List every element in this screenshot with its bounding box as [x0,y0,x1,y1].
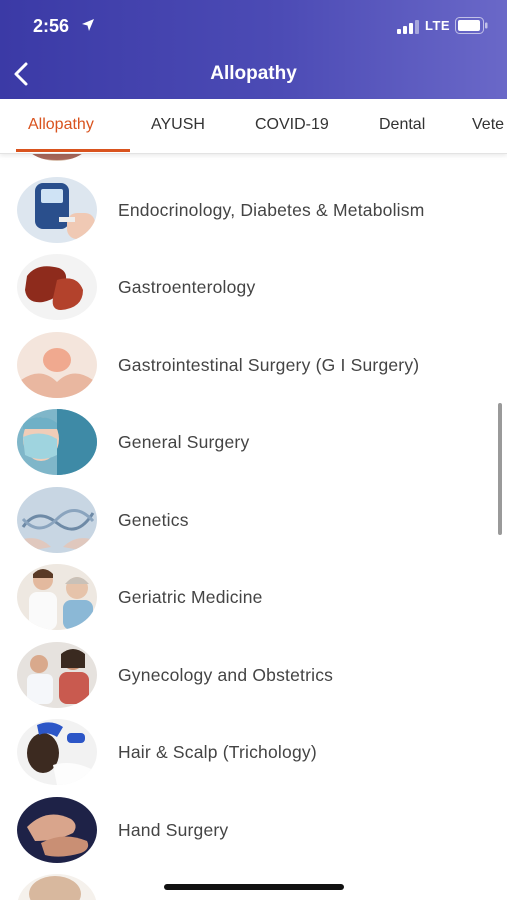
list-item[interactable]: Genetics [0,487,507,557]
stomach-image [17,254,97,320]
list-item[interactable]: General Surgery [0,409,507,479]
list-item-label: General Surgery [118,432,250,452]
list-item-label: Geriatric Medicine [118,587,263,607]
list-item-label: Endocrinology, Diabetes & Metabolism [118,200,425,220]
list-item[interactable]: Gynecology and Obstetrics [0,642,507,712]
hands-image [17,797,97,863]
list-item[interactable]: Hand Surgery [0,797,507,867]
glucometer-image [17,177,97,243]
app-header: 2:56 LTE Allopathy [0,0,507,99]
partial-thumb-image [17,874,97,900]
hands-stomach-image [17,332,97,398]
list-item[interactable]: Gastroenterology [0,254,507,324]
dna-image [17,487,97,553]
list-item-label: Hand Surgery [118,820,229,840]
surgeon-image [17,409,97,475]
list-item-label: Genetics [118,510,189,530]
battery-icon [455,17,488,34]
specialty-list: Endocrinology, Diabetes & Metabolism Gas… [0,153,507,900]
list-item[interactable]: Geriatric Medicine [0,564,507,634]
tab-covid-19[interactable]: COVID-19 [255,116,329,134]
doctor-elderly-image [17,564,97,630]
active-tab-indicator [16,149,130,152]
home-indicator [164,884,344,890]
list-item-partial-top[interactable] [0,153,507,165]
status-time: 2:56 [33,16,70,36]
list-item[interactable]: Gastrointestinal Surgery (G I Surgery) [0,332,507,402]
location-arrow-icon [82,19,94,31]
scrollbar[interactable] [498,403,502,535]
partial-thumb-image [17,153,97,161]
list-item[interactable]: Endocrinology, Diabetes & Metabolism [0,177,507,247]
list-item-label: Hair & Scalp (Trichology) [118,742,317,762]
network-label: LTE [425,18,451,33]
tab-ayush[interactable]: AYUSH [151,116,205,134]
list-item-label: Gastrointestinal Surgery (G I Surgery) [118,355,420,375]
list-item[interactable]: Hair & Scalp (Trichology) [0,719,507,789]
page-title: Allopathy [210,63,297,84]
tab-dental[interactable]: Dental [379,116,425,134]
scalp-image [17,719,97,785]
list-item-label: Gastroenterology [118,277,256,297]
signal-icon [397,20,419,34]
tab-allopathy[interactable]: Allopathy [28,116,94,134]
tab-veterinary[interactable]: Vete [472,116,504,134]
list-item-label: Gynecology and Obstetrics [118,665,334,685]
gynecology-image [17,642,97,708]
category-tabs: Allopathy AYUSH COVID-19 Dental Vete [0,99,507,154]
